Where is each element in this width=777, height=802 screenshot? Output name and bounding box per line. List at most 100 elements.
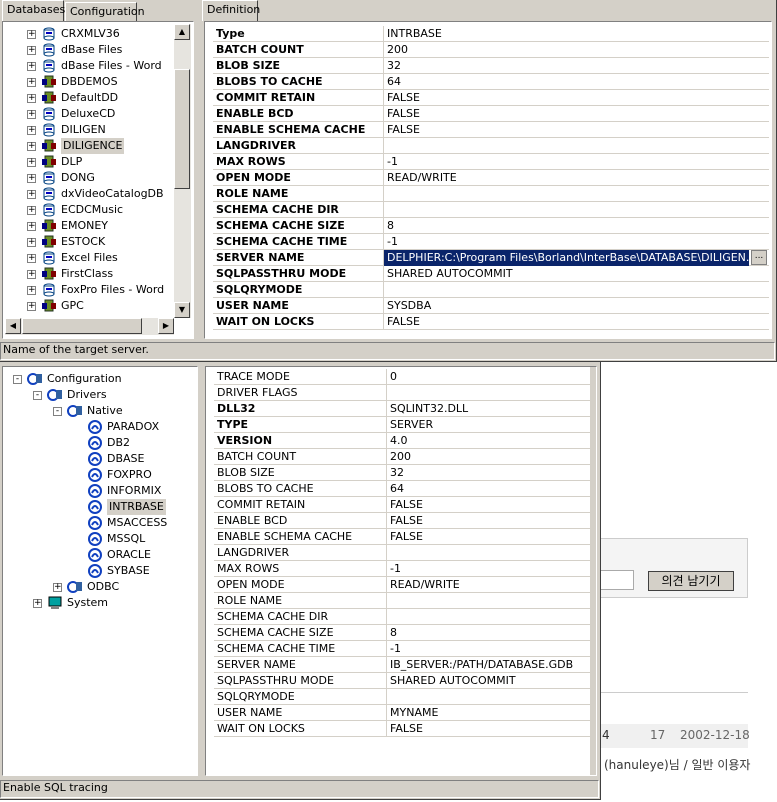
tree-item-database[interactable]: DBDEMOS: [61, 74, 118, 90]
hscroll-thumb[interactable]: [22, 318, 142, 334]
property-row[interactable]: TRACE MODE 0: [214, 369, 594, 385]
property-row[interactable]: ... SERVER NAME DELPHIER:C:\Program Files\…: [213, 250, 769, 266]
property-value[interactable]: FALSE: [383, 314, 769, 330]
expand-icon[interactable]: +: [27, 270, 36, 279]
property-value[interactable]: IB_SERVER:/PATH/DATABASE.GDB: [386, 657, 586, 673]
property-row[interactable]: ROLE NAME: [214, 593, 594, 609]
collapse-icon[interactable]: -: [33, 391, 42, 400]
tree-item-database[interactable]: DefaultDD: [61, 90, 118, 106]
property-row[interactable]: ENABLE SCHEMA CACHE FALSE: [214, 529, 594, 545]
expand-icon[interactable]: +: [27, 30, 36, 39]
property-value[interactable]: [386, 609, 586, 625]
scroll-right-button[interactable]: ▶: [158, 318, 174, 334]
property-value[interactable]: [386, 689, 586, 705]
tree-item-configuration[interactable]: Configuration: [47, 371, 122, 387]
property-row[interactable]: DRIVER FLAGS: [214, 385, 594, 401]
property-value[interactable]: -1: [383, 154, 769, 170]
property-row[interactable]: DLL32 SQLINT32.DLL: [214, 401, 594, 417]
property-row[interactable]: LANGDRIVER: [213, 138, 769, 154]
collapse-icon[interactable]: -: [53, 407, 62, 416]
expand-icon[interactable]: +: [27, 222, 36, 231]
expand-icon[interactable]: +: [27, 62, 36, 71]
tree-item-database[interactable]: dBase Files: [61, 42, 122, 58]
property-value[interactable]: 4.0: [386, 433, 586, 449]
tree-item-database[interactable]: DLP: [61, 154, 82, 170]
expand-icon[interactable]: +: [27, 206, 36, 215]
property-value[interactable]: FALSE: [386, 721, 586, 737]
property-row[interactable]: SERVER NAME IB_SERVER:/PATH/DATABASE.GDB: [214, 657, 594, 673]
tree-item-database[interactable]: dxVideoCatalogDB: [61, 186, 164, 202]
tree-item-dbase[interactable]: DBASE: [107, 451, 144, 467]
property-row[interactable]: BATCH COUNT 200: [214, 449, 594, 465]
tab-definition[interactable]: Definition: [202, 0, 260, 21]
expand-icon[interactable]: +: [33, 599, 42, 608]
tree-item-database[interactable]: GPC: [61, 298, 84, 314]
property-row[interactable]: SQLPASSTHRU MODE SHARED AUTOCOMMIT: [213, 266, 769, 282]
property-value[interactable]: [386, 545, 586, 561]
property-value[interactable]: [383, 202, 769, 218]
tree-item-database[interactable]: EMONEY: [61, 218, 108, 234]
property-value[interactable]: FALSE: [383, 90, 769, 106]
tree-item-database[interactable]: DONG: [61, 170, 95, 186]
property-row[interactable]: SCHEMA CACHE DIR: [213, 202, 769, 218]
tree-item-database[interactable]: DeluxeCD: [61, 106, 115, 122]
ellipsis-button[interactable]: ...: [751, 250, 767, 265]
property-row[interactable]: ENABLE SCHEMA CACHE FALSE: [213, 122, 769, 138]
definition-grid[interactable]: Type INTRBASE BATCH COUNT 200 BLOB SIZE 32 BLO…: [204, 21, 772, 339]
property-value[interactable]: -1: [386, 641, 586, 657]
property-value[interactable]: READ/WRITE: [383, 170, 769, 186]
property-row[interactable]: Type INTRBASE: [213, 26, 769, 42]
property-row[interactable]: WAIT ON LOCKS FALSE: [213, 314, 769, 330]
property-row[interactable]: SQLQRYMODE: [214, 689, 594, 705]
property-value[interactable]: 0: [386, 369, 586, 385]
configuration-tree[interactable]: - Configuration - Drivers - Native PARADOX DB2 D…: [2, 366, 198, 776]
scroll-down-button[interactable]: ▼: [174, 302, 190, 318]
property-row[interactable]: ENABLE BCD FALSE: [213, 106, 769, 122]
expand-icon[interactable]: +: [27, 126, 36, 135]
expand-icon[interactable]: +: [27, 238, 36, 247]
property-value[interactable]: MYNAME: [386, 705, 586, 721]
expand-icon[interactable]: +: [27, 110, 36, 119]
property-value[interactable]: 32: [383, 58, 769, 74]
property-row[interactable]: VERSION 4.0: [214, 433, 594, 449]
property-row[interactable]: SQLPASSTHRU MODE SHARED AUTOCOMMIT: [214, 673, 594, 689]
tree-item-database[interactable]: dBase Files - Word: [61, 58, 162, 74]
property-value[interactable]: 64: [386, 481, 586, 497]
property-row[interactable]: COMMIT RETAIN FALSE: [214, 497, 594, 513]
tree-item-database[interactable]: DILIGENCE: [61, 138, 125, 154]
property-row[interactable]: MAX ROWS -1: [213, 154, 769, 170]
tree-item-mssql[interactable]: MSSQL: [107, 531, 145, 547]
tree-item-intrbase[interactable]: INTRBASE: [107, 499, 166, 515]
databases-tree[interactable]: + CRXMLV36 + dBase Files + dBase Files - Word…: [2, 21, 194, 339]
property-value[interactable]: SQLINT32.DLL: [386, 401, 586, 417]
tree-item-foxpro[interactable]: FOXPRO: [107, 467, 152, 483]
property-row[interactable]: SCHEMA CACHE SIZE 8: [213, 218, 769, 234]
tree-item-sybase[interactable]: SYBASE: [107, 563, 150, 579]
expand-icon[interactable]: +: [27, 158, 36, 167]
comment-input[interactable]: [600, 570, 634, 590]
property-row[interactable]: TYPE SERVER: [214, 417, 594, 433]
expand-icon[interactable]: +: [27, 302, 36, 311]
tree-item-drivers[interactable]: Drivers: [67, 387, 107, 403]
expand-icon[interactable]: +: [27, 46, 36, 55]
property-row[interactable]: BLOBS TO CACHE 64: [214, 481, 594, 497]
property-value[interactable]: 8: [386, 625, 586, 641]
property-row[interactable]: USER NAME SYSDBA: [213, 298, 769, 314]
property-row[interactable]: OPEN MODE READ/WRITE: [213, 170, 769, 186]
property-value[interactable]: SHARED AUTOCOMMIT: [386, 673, 586, 689]
property-value[interactable]: [383, 282, 769, 298]
property-value[interactable]: [383, 186, 769, 202]
property-row[interactable]: ROLE NAME: [213, 186, 769, 202]
tree-item-odbc[interactable]: ODBC: [87, 579, 119, 595]
scroll-left-button[interactable]: ◀: [5, 318, 21, 334]
property-value[interactable]: -1: [386, 561, 586, 577]
leave-comment-button[interactable]: 의견 남기기: [648, 571, 734, 591]
property-row[interactable]: BLOB SIZE 32: [214, 465, 594, 481]
property-row[interactable]: LANGDRIVER: [214, 545, 594, 561]
tree-item-informix[interactable]: INFORMIX: [107, 483, 161, 499]
tree-item-database[interactable]: ESTOCK: [61, 234, 105, 250]
tree-item-database[interactable]: ECDCMusic: [61, 202, 123, 218]
expand-icon[interactable]: +: [27, 286, 36, 295]
property-value[interactable]: [386, 385, 586, 401]
tree-item-database[interactable]: Excel Files: [61, 250, 118, 266]
